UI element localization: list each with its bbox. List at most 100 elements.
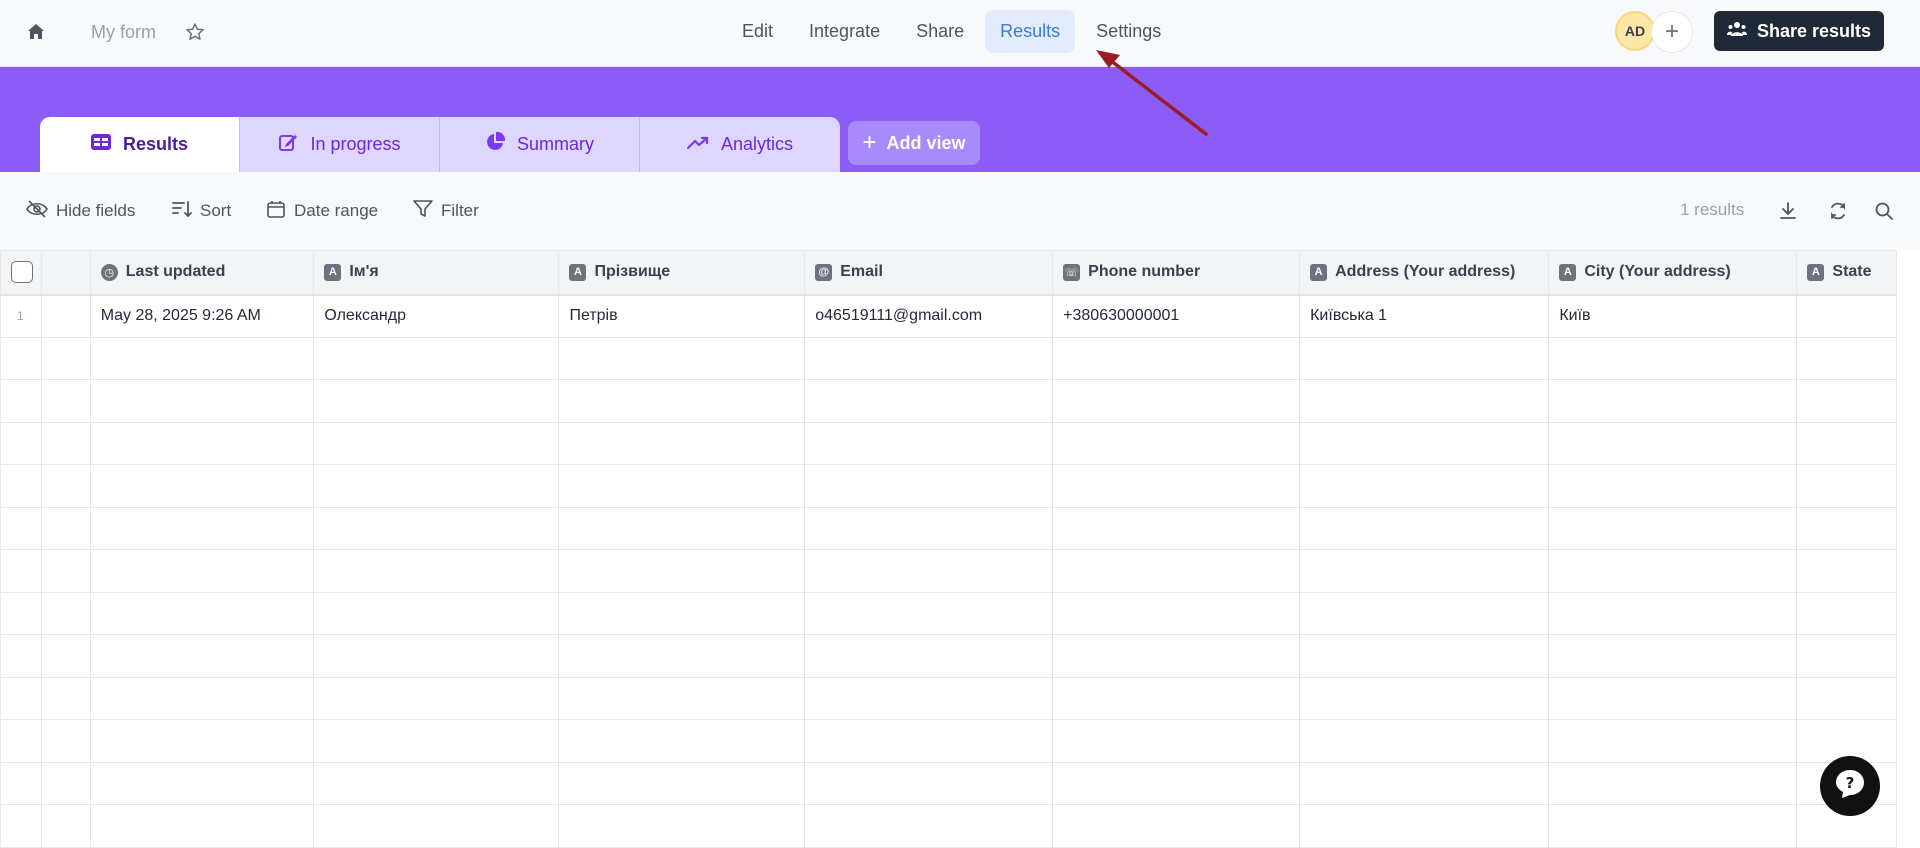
hide-fields-button[interactable]: Hide fields (26, 199, 135, 223)
cell-state[interactable] (1796, 591, 1897, 635)
row-expand-cell[interactable] (40, 421, 91, 465)
cell-first-name[interactable] (313, 464, 560, 508)
cell-address[interactable] (1299, 719, 1550, 763)
help-chat-button[interactable]: ? (1820, 756, 1880, 816)
cell-last-name[interactable] (558, 336, 806, 380)
column-header-state[interactable]: A State (1796, 250, 1897, 296)
refresh-icon[interactable] (1826, 199, 1850, 223)
cell-last-name[interactable] (558, 634, 806, 678)
column-header-first-name[interactable]: A Ім'я (313, 250, 560, 296)
cell-last-updated[interactable]: May 28, 2025 9:26 AM (89, 294, 315, 338)
nav-settings[interactable]: Settings (1081, 10, 1176, 53)
cell-phone[interactable] (1052, 676, 1301, 720)
cell-city[interactable] (1548, 804, 1798, 848)
cell-address[interactable] (1299, 634, 1550, 678)
cell-city[interactable] (1548, 379, 1798, 423)
tab-results[interactable]: Results (40, 117, 240, 172)
cell-first-name[interactable] (313, 761, 560, 805)
row-expand-cell[interactable] (40, 719, 91, 763)
row-select-cell[interactable] (0, 421, 42, 465)
cell-last-updated[interactable] (89, 421, 315, 465)
select-all-checkbox[interactable] (11, 261, 33, 284)
cell-city[interactable] (1548, 761, 1798, 805)
cell-last-name[interactable] (558, 421, 806, 465)
row-select-cell[interactable] (0, 591, 42, 635)
cell-email[interactable] (804, 676, 1054, 720)
results-grid[interactable]: ◷ Last updated A Ім'я A Прізвище @ Email ☏ Ph… (0, 250, 1897, 848)
row-expand-cell[interactable] (40, 591, 91, 635)
cell-last-updated[interactable] (89, 506, 315, 550)
cell-phone[interactable] (1052, 591, 1301, 635)
cell-city[interactable] (1548, 549, 1798, 593)
row-expand-cell[interactable] (40, 676, 91, 720)
cell-address[interactable] (1299, 804, 1550, 848)
home-icon[interactable] (24, 20, 48, 44)
row-expand-cell[interactable] (40, 336, 91, 380)
row-select-cell[interactable] (0, 719, 42, 763)
empty-row[interactable] (0, 761, 1897, 805)
cell-last-name[interactable]: Петрів (558, 294, 806, 338)
cell-state[interactable] (1796, 294, 1897, 338)
cell-city[interactable] (1548, 506, 1798, 550)
row-select-cell[interactable] (0, 464, 42, 508)
nav-results[interactable]: Results (985, 10, 1076, 53)
cell-email[interactable] (804, 379, 1054, 423)
empty-row[interactable] (0, 549, 1897, 593)
empty-row[interactable] (0, 591, 1897, 635)
cell-last-name[interactable] (558, 761, 806, 805)
cell-last-updated[interactable] (89, 719, 315, 763)
avatar[interactable]: AD (1615, 11, 1655, 51)
row-expand-cell[interactable] (40, 294, 91, 338)
empty-row[interactable] (0, 506, 1897, 550)
cell-state[interactable] (1796, 506, 1897, 550)
cell-address[interactable] (1299, 336, 1550, 380)
cell-state[interactable] (1796, 634, 1897, 678)
add-view-button[interactable]: + Add view (848, 121, 980, 165)
cell-last-name[interactable] (558, 549, 806, 593)
column-header-address[interactable]: A Address (Your address) (1299, 250, 1550, 296)
cell-first-name[interactable] (313, 634, 560, 678)
cell-last-name[interactable] (558, 804, 806, 848)
row-select-cell[interactable] (0, 549, 42, 593)
cell-email[interactable] (804, 761, 1054, 805)
cell-phone[interactable] (1052, 804, 1301, 848)
cell-first-name[interactable] (313, 591, 560, 635)
nav-integrate[interactable]: Integrate (794, 10, 895, 53)
cell-phone[interactable] (1052, 719, 1301, 763)
cell-email[interactable] (804, 336, 1054, 380)
table-row[interactable]: 1 May 28, 2025 9:26 AM Олександр Петрів … (0, 294, 1897, 338)
empty-row[interactable] (0, 379, 1897, 423)
cell-city[interactable]: Київ (1548, 294, 1798, 338)
cell-phone[interactable]: +380630000001 (1052, 294, 1301, 338)
cell-email[interactable] (804, 421, 1054, 465)
row-select-cell[interactable] (0, 634, 42, 678)
cell-address[interactable] (1299, 421, 1550, 465)
search-icon[interactable] (1872, 199, 1896, 223)
cell-last-updated[interactable] (89, 804, 315, 848)
column-header-last-updated[interactable]: ◷ Last updated (89, 250, 315, 296)
cell-first-name[interactable] (313, 336, 560, 380)
cell-city[interactable] (1548, 336, 1798, 380)
row-select-cell[interactable] (0, 676, 42, 720)
tab-in-progress[interactable]: In progress (240, 117, 440, 172)
cell-phone[interactable] (1052, 549, 1301, 593)
sort-button[interactable]: Sort (172, 199, 231, 223)
cell-last-updated[interactable] (89, 379, 315, 423)
row-expand-cell[interactable] (40, 464, 91, 508)
nav-edit[interactable]: Edit (727, 10, 788, 53)
cell-last-updated[interactable] (89, 591, 315, 635)
cell-city[interactable] (1548, 591, 1798, 635)
empty-row[interactable] (0, 336, 1897, 380)
cell-city[interactable] (1548, 676, 1798, 720)
cell-phone[interactable] (1052, 506, 1301, 550)
cell-city[interactable] (1548, 464, 1798, 508)
date-range-button[interactable]: Date range (266, 199, 378, 223)
row-select-cell[interactable] (0, 506, 42, 550)
cell-last-updated[interactable] (89, 549, 315, 593)
cell-state[interactable] (1796, 379, 1897, 423)
row-select-cell[interactable] (0, 379, 42, 423)
add-member-button[interactable]: + (1651, 11, 1693, 53)
share-results-button[interactable]: Share results (1714, 11, 1884, 51)
download-icon[interactable] (1776, 199, 1800, 223)
cell-first-name[interactable]: Олександр (313, 294, 560, 338)
